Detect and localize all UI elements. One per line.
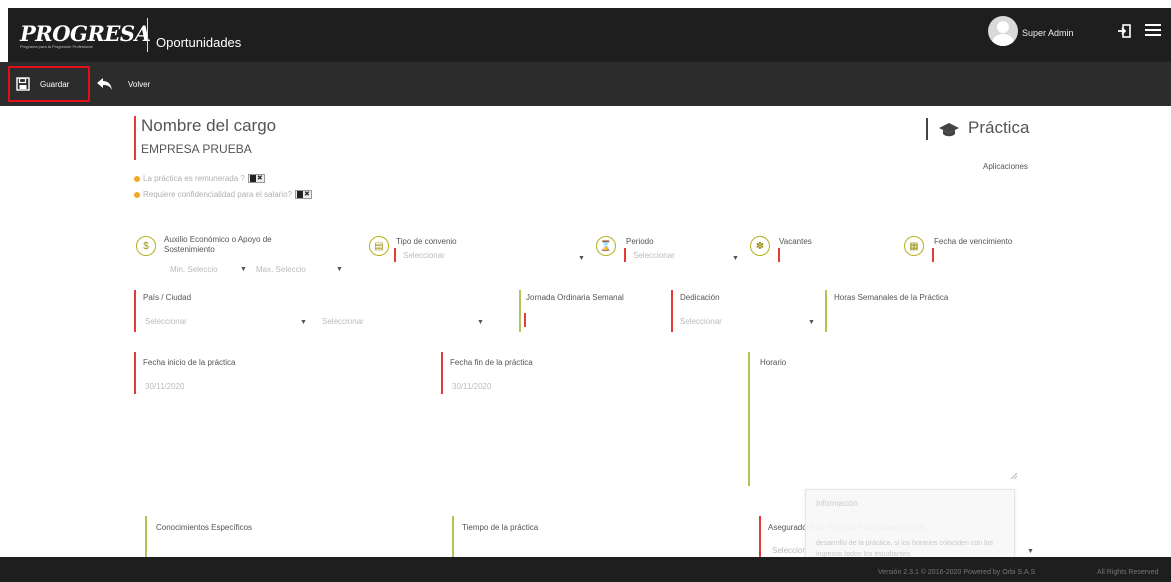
fecha-fin-input[interactable]: 30/11/2020 bbox=[452, 382, 491, 391]
auxilio-min-select[interactable]: Min. Seleccio bbox=[170, 265, 218, 274]
hamburger-menu-icon[interactable] bbox=[1143, 22, 1163, 38]
logout-icon[interactable] bbox=[1117, 24, 1131, 38]
top-header: PROGRESA Programa para la Progresión Pro… bbox=[0, 0, 1171, 62]
conocimientos-label: Conocimientos Específicos bbox=[156, 523, 253, 532]
question-label: Requiere confidencialidad para el salari… bbox=[143, 190, 292, 199]
footer-copyright: Versión 2.3.1 © 2016-2020 Powered by Orb… bbox=[878, 569, 1036, 576]
graduation-cap-icon bbox=[939, 123, 959, 137]
module-title: Oportunidades bbox=[156, 35, 242, 50]
chevron-down-icon: ▼ bbox=[336, 266, 343, 273]
horas-marker bbox=[825, 290, 827, 332]
fecha-fin-required-marker bbox=[441, 352, 443, 394]
logo-tagline: Programa para la Progresión Profesional bbox=[20, 44, 93, 49]
vacantes-label: Vacantes bbox=[779, 237, 812, 246]
jornada-marker bbox=[519, 290, 521, 332]
horas-label: Horas Semanales de la Práctica bbox=[834, 293, 949, 302]
fecha-inicio-label: Fecha inicio de la práctica bbox=[143, 358, 236, 367]
conocimientos-marker bbox=[145, 516, 147, 557]
confidencialidad-toggle[interactable]: ✖ bbox=[294, 190, 312, 199]
info-tooltip: Información desarrollo de la práctica, s… bbox=[805, 489, 1015, 557]
logo-divider bbox=[147, 18, 148, 52]
hourglass-icon: ⌛ bbox=[596, 236, 616, 256]
chevron-down-icon: ▼ bbox=[808, 319, 815, 326]
chevron-down-icon: ▼ bbox=[300, 319, 307, 326]
tiempo-label: Tiempo de la práctica bbox=[462, 523, 539, 532]
auxilio-max-select[interactable]: Max. Seleccio bbox=[256, 265, 306, 274]
document-icon: ▤ bbox=[369, 236, 389, 256]
company-name: EMPRESA PRUEBA bbox=[141, 142, 252, 156]
chevron-down-icon: ▼ bbox=[578, 255, 585, 262]
floppy-disk-icon bbox=[16, 77, 30, 91]
vencimiento-required-marker bbox=[932, 248, 934, 262]
location-required-marker bbox=[134, 290, 136, 332]
fecha-fin-label: Fecha fin de la práctica bbox=[450, 358, 533, 367]
auxilio-label: Auxilio Económico o Apoyo de Sostenimien… bbox=[164, 235, 272, 254]
periodo-select[interactable]: Seleccionar bbox=[633, 251, 675, 260]
country-select[interactable]: Seleccionar bbox=[145, 317, 187, 326]
practica-divider bbox=[926, 118, 928, 140]
opportunity-form: Nombre del cargo EMPRESA PRUEBA Práctica… bbox=[0, 106, 1171, 557]
warning-dot-icon bbox=[134, 191, 140, 198]
vencimiento-label: Fecha de vencimiento bbox=[934, 237, 1013, 246]
save-button[interactable]: Guardar bbox=[8, 66, 90, 102]
chevron-down-icon: ▼ bbox=[240, 266, 247, 273]
horario-marker bbox=[748, 352, 750, 486]
convenio-label: Tipo de convenio bbox=[396, 237, 457, 246]
jornada-input[interactable] bbox=[524, 313, 526, 327]
action-toolbar: Guardar Volver bbox=[0, 62, 1171, 106]
footer-rights: All Rights Reserved bbox=[1097, 569, 1159, 576]
toggle-knob bbox=[249, 175, 256, 182]
job-type-title: Práctica bbox=[968, 118, 1030, 137]
user-name[interactable]: Super Admin bbox=[1022, 28, 1074, 38]
back-button[interactable]: Volver bbox=[96, 66, 150, 102]
periodo-required-marker bbox=[624, 248, 626, 262]
toggle-knob bbox=[296, 191, 303, 198]
question-remunerada: La práctica es remunerada ? ✖ bbox=[134, 174, 265, 183]
arl-required-marker bbox=[759, 516, 761, 557]
dollar-icon: $ bbox=[136, 236, 156, 256]
textarea-resize-icon[interactable] bbox=[1010, 472, 1018, 480]
footer: Versión 2.3.1 © 2016-2020 Powered by Orb… bbox=[0, 557, 1171, 582]
dedicacion-label: Dedicación bbox=[680, 293, 720, 302]
calendar-icon: ▦ bbox=[904, 236, 924, 256]
chevron-down-icon: ▼ bbox=[732, 255, 739, 262]
city-select[interactable]: Seleccionar bbox=[322, 317, 364, 326]
save-label: Guardar bbox=[40, 79, 70, 89]
info-tooltip-text: desarrollo de la práctica, si los horari… bbox=[816, 540, 994, 557]
chevron-down-icon: ▼ bbox=[477, 319, 484, 326]
users-group-icon: ✽ bbox=[750, 236, 770, 256]
remunerada-toggle[interactable]: ✖ bbox=[247, 174, 265, 183]
undo-arrow-icon bbox=[97, 78, 112, 90]
dedicacion-required-marker bbox=[671, 290, 673, 332]
location-label: País / Ciudad bbox=[143, 293, 192, 302]
convenio-required-marker bbox=[394, 248, 396, 262]
vacantes-required-marker bbox=[778, 248, 780, 262]
question-confidencialidad: Requiere confidencialidad para el salari… bbox=[134, 190, 312, 199]
toggle-off-icon: ✖ bbox=[256, 175, 263, 182]
info-tooltip-title: Información bbox=[816, 499, 858, 508]
warning-dot-icon bbox=[134, 175, 140, 182]
chevron-down-icon: ▼ bbox=[1027, 548, 1034, 555]
periodo-label: Periodo bbox=[626, 237, 654, 246]
progresa-logo[interactable]: PROGRESA bbox=[20, 21, 151, 46]
horario-label: Horario bbox=[760, 358, 787, 367]
applications-link[interactable]: Aplicaciones bbox=[983, 162, 1028, 171]
jornada-label: Jornada Ordinaria Semanal bbox=[526, 293, 624, 302]
back-label: Volver bbox=[128, 79, 151, 89]
fecha-inicio-input[interactable]: 30/11/2020 bbox=[145, 382, 184, 391]
tiempo-marker bbox=[452, 516, 454, 557]
convenio-select[interactable]: Seleccionar bbox=[403, 251, 445, 260]
question-label: La práctica es remunerada ? bbox=[143, 174, 245, 183]
fecha-inicio-required-marker bbox=[134, 352, 136, 394]
job-title-field[interactable]: Nombre del cargo bbox=[141, 116, 276, 136]
toggle-off-icon: ✖ bbox=[303, 191, 310, 198]
cargo-required-marker bbox=[134, 116, 136, 160]
user-avatar[interactable] bbox=[988, 16, 1018, 46]
dedicacion-select[interactable]: Seleccionar bbox=[680, 317, 722, 326]
